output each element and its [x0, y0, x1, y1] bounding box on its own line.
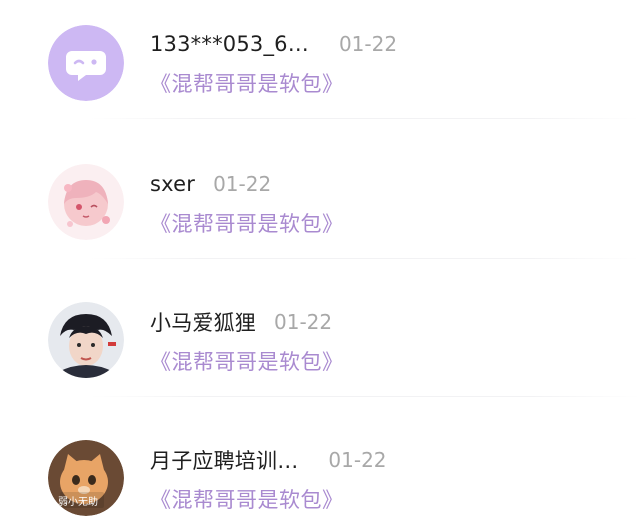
comment-row: 133***053_6… 01-22 《混帮哥哥是软包》 — [0, 0, 640, 138]
username[interactable]: 小马爱狐狸 — [150, 307, 256, 337]
avatar-caption: 弱小无助 — [58, 497, 98, 508]
avatar[interactable] — [48, 302, 124, 378]
comment-row: sxer 01-22 《混帮哥哥是软包》 — [0, 138, 640, 276]
username[interactable]: 月子应聘培训… — [150, 445, 298, 475]
work-title-link[interactable]: 《混帮哥哥是软包》 — [150, 208, 344, 238]
divider — [90, 396, 640, 397]
comment-time: 01-22 — [328, 448, 387, 472]
work-title-link[interactable]: 《混帮哥哥是软包》 — [150, 484, 344, 514]
work-title-link[interactable]: 《混帮哥哥是软包》 — [150, 68, 344, 98]
anime-girl-avatar-icon — [48, 164, 124, 240]
avatar[interactable]: 弱小无助 — [48, 440, 124, 516]
username[interactable]: 133***053_6… — [150, 32, 309, 56]
work-title-link[interactable]: 《混帮哥哥是软包》 — [150, 346, 344, 376]
avatar[interactable] — [48, 25, 124, 101]
comment-list: 133***053_6… 01-22 《混帮哥哥是软包》 sxer 01-22 — [0, 0, 640, 531]
username[interactable]: sxer — [150, 172, 195, 196]
divider — [90, 258, 640, 259]
comment-row: 小马爱狐狸 01-22 《混帮哥哥是软包》 — [0, 277, 640, 415]
comment-time: 01-22 — [338, 32, 398, 56]
portrait-boy-avatar-icon — [48, 302, 124, 378]
avatar[interactable] — [48, 164, 124, 240]
chat-bubble-icon — [48, 25, 124, 101]
comment-time: 01-22 — [213, 172, 272, 196]
divider — [90, 118, 640, 119]
comment-time: 01-22 — [274, 310, 333, 334]
comment-row: 弱小无助 月子应聘培训… 01-22 《混帮哥哥是软包》 — [0, 415, 640, 531]
